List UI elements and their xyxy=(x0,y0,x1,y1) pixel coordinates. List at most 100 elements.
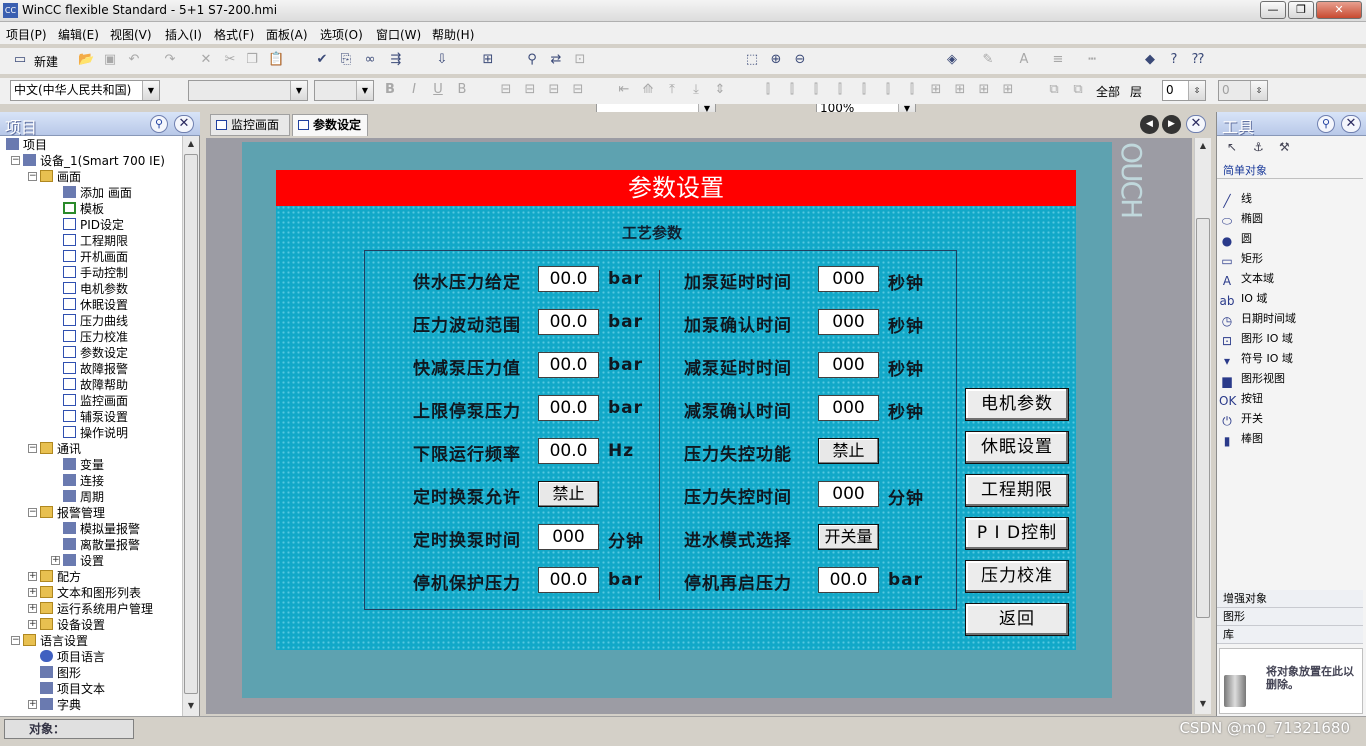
collapse-icon[interactable]: − xyxy=(11,156,20,165)
enhanced-objects-section[interactable]: 增强对象 xyxy=(1217,590,1363,608)
layer-spin[interactable]: 0 ⇳ xyxy=(1162,80,1206,101)
pressure-calibration-button[interactable]: 压力校准 xyxy=(965,560,1069,593)
line-color-icon[interactable]: ✎ xyxy=(980,52,996,68)
find-icon[interactable]: ⚲ xyxy=(524,52,540,68)
param-io-field[interactable]: 000 xyxy=(818,481,879,507)
tree-item[interactable]: 画面 xyxy=(40,169,81,185)
scroll-thumb[interactable] xyxy=(1196,218,1210,618)
project-scrollbar[interactable]: ▲ ▼ xyxy=(182,136,199,716)
bold-icon[interactable]: B xyxy=(382,82,398,98)
param-toggle-button[interactable]: 禁止 xyxy=(538,481,599,507)
expand-icon[interactable]: + xyxy=(28,588,37,597)
scroll-down-icon[interactable]: ▼ xyxy=(1195,696,1211,712)
collapse-icon[interactable]: − xyxy=(11,636,20,645)
tree-item[interactable]: 语言设置 xyxy=(23,633,88,649)
line-style-icon[interactable]: ┅ xyxy=(1084,52,1100,68)
tool-item[interactable]: ab IO 域 xyxy=(1219,290,1268,308)
param-io-field[interactable]: 00.0 xyxy=(538,309,599,335)
tab-monitor-screen[interactable]: 监控画面 xyxy=(210,114,290,136)
new-screen-icon[interactable]: ▭ xyxy=(12,52,28,68)
tree-item[interactable]: 图形 xyxy=(40,665,81,681)
close-button[interactable]: ✕ xyxy=(1316,1,1362,19)
tool-item[interactable]: ⬭ 椭圆 xyxy=(1219,210,1263,228)
tree-item[interactable]: 设备_1(Smart 700 IE) xyxy=(23,153,165,169)
open-icon[interactable]: 📂 xyxy=(78,52,94,68)
tree-item[interactable]: 压力校准 xyxy=(63,329,128,345)
new-button[interactable]: 新建 xyxy=(34,53,58,70)
obj-align-center-icon[interactable]: ⫿ xyxy=(784,82,800,98)
obj-align-left-icon[interactable]: ⫿ xyxy=(760,82,776,98)
tree-item[interactable]: 模拟量报警 xyxy=(63,521,140,537)
tool-item[interactable]: A 文本域 xyxy=(1219,270,1274,288)
param-io-field[interactable]: 000 xyxy=(538,524,599,550)
param-io-field[interactable]: 00.0 xyxy=(538,395,599,421)
tree-item[interactable]: 故障帮助 xyxy=(63,377,128,393)
close-icon[interactable]: ✕ xyxy=(174,115,194,133)
align-left-icon[interactable]: ⊟ xyxy=(498,82,514,98)
font-size-combo[interactable]: ▼ xyxy=(314,80,374,101)
check-icon[interactable]: ✔ xyxy=(314,52,330,68)
tree-item[interactable]: 辅泵设置 xyxy=(63,409,128,425)
param-io-field[interactable]: 00.0 xyxy=(538,266,599,292)
italic-icon[interactable]: I xyxy=(406,82,422,98)
compile-icon[interactable]: ⎘ xyxy=(338,52,354,68)
back-button[interactable]: 返回 xyxy=(965,603,1069,636)
tree-item[interactable]: 设备设置 xyxy=(40,617,105,633)
paste-icon[interactable]: 📋 xyxy=(268,52,284,68)
copy-icon[interactable]: ❐ xyxy=(244,52,260,68)
expand-icon[interactable]: + xyxy=(28,700,37,709)
menu-options[interactable]: 选项(O) xyxy=(320,26,363,43)
align-justify-icon[interactable]: ⊟ xyxy=(570,82,586,98)
tree-item[interactable]: 连接 xyxy=(63,473,104,489)
param-toggle-button[interactable]: 禁止 xyxy=(818,438,879,464)
menu-window[interactable]: 窗口(W) xyxy=(376,26,421,43)
minimize-button[interactable]: — xyxy=(1260,1,1286,19)
expand-icon[interactable]: + xyxy=(51,556,60,565)
collapse-icon[interactable]: − xyxy=(28,508,37,517)
collapse-icon[interactable]: − xyxy=(28,444,37,453)
text-top-icon[interactable]: ⤒ xyxy=(664,82,680,98)
strike-icon[interactable]: B xyxy=(454,82,470,98)
obj-align-top-icon[interactable]: ⫿ xyxy=(832,82,848,98)
anchor-icon[interactable]: ⚓ xyxy=(1253,140,1264,154)
expand-icon[interactable]: + xyxy=(28,572,37,581)
restore-button[interactable]: ❐ xyxy=(1288,1,1314,19)
tree-item[interactable]: 操作说明 xyxy=(63,425,128,441)
menu-help[interactable]: 帮助(H) xyxy=(432,26,474,43)
param-toggle-button[interactable]: 开关量 xyxy=(818,524,879,550)
tree-item[interactable]: 运行系统用户管理 xyxy=(40,601,153,617)
zoom-select-icon[interactable]: ⬚ xyxy=(744,52,760,68)
graphics-section[interactable]: 图形 xyxy=(1217,608,1363,626)
pid-control-button[interactable]: P I D控制 xyxy=(965,517,1069,550)
group-icon[interactable]: ⧉ xyxy=(1046,82,1062,98)
redo-icon[interactable]: ↷ xyxy=(162,52,178,68)
library-section[interactable]: 库 xyxy=(1217,626,1363,644)
tree-item[interactable]: 压力曲线 xyxy=(63,313,128,329)
font-combo[interactable]: ▼ xyxy=(188,80,308,101)
cut-icon[interactable]: ✂ xyxy=(222,52,238,68)
trash-area[interactable]: 将对象放置在此以删除。 xyxy=(1219,648,1363,714)
obj-height-icon[interactable]: ⊞ xyxy=(976,82,992,98)
text-rotate-icon[interactable]: ⇤ xyxy=(616,82,632,98)
tree-item[interactable]: 工程期限 xyxy=(63,233,128,249)
obj-size-icon[interactable]: ⊞ xyxy=(928,82,944,98)
pointer-icon[interactable]: ↖ xyxy=(1227,140,1237,154)
tool-item[interactable]: OK 按钮 xyxy=(1219,390,1263,408)
tree-item[interactable]: 变量 xyxy=(63,457,104,473)
param-io-field[interactable]: 000 xyxy=(818,352,879,378)
tree-item[interactable]: 添加 画面 xyxy=(63,185,132,201)
obj-align-bottom-icon[interactable]: ⫿ xyxy=(880,82,896,98)
expand-icon[interactable]: + xyxy=(28,620,37,629)
zoom-in-icon[interactable]: ⊕ xyxy=(768,52,784,68)
delete-icon[interactable]: ✕ xyxy=(198,52,214,68)
tree-item[interactable]: 监控画面 xyxy=(63,393,128,409)
tree-item[interactable]: 手动控制 xyxy=(63,265,128,281)
tree-item[interactable]: 故障报警 xyxy=(63,361,128,377)
editor-scrollbar[interactable]: ▲ ▼ xyxy=(1194,138,1211,714)
zoom-out-icon[interactable]: ⊖ xyxy=(792,52,808,68)
scroll-up-icon[interactable]: ▲ xyxy=(1195,138,1211,154)
align-center-icon[interactable]: ⊟ xyxy=(522,82,538,98)
tree-item[interactable]: 周期 xyxy=(63,489,104,505)
menu-panel[interactable]: 面板(A) xyxy=(266,26,308,43)
transfer-icon[interactable]: ⇶ xyxy=(388,52,404,68)
